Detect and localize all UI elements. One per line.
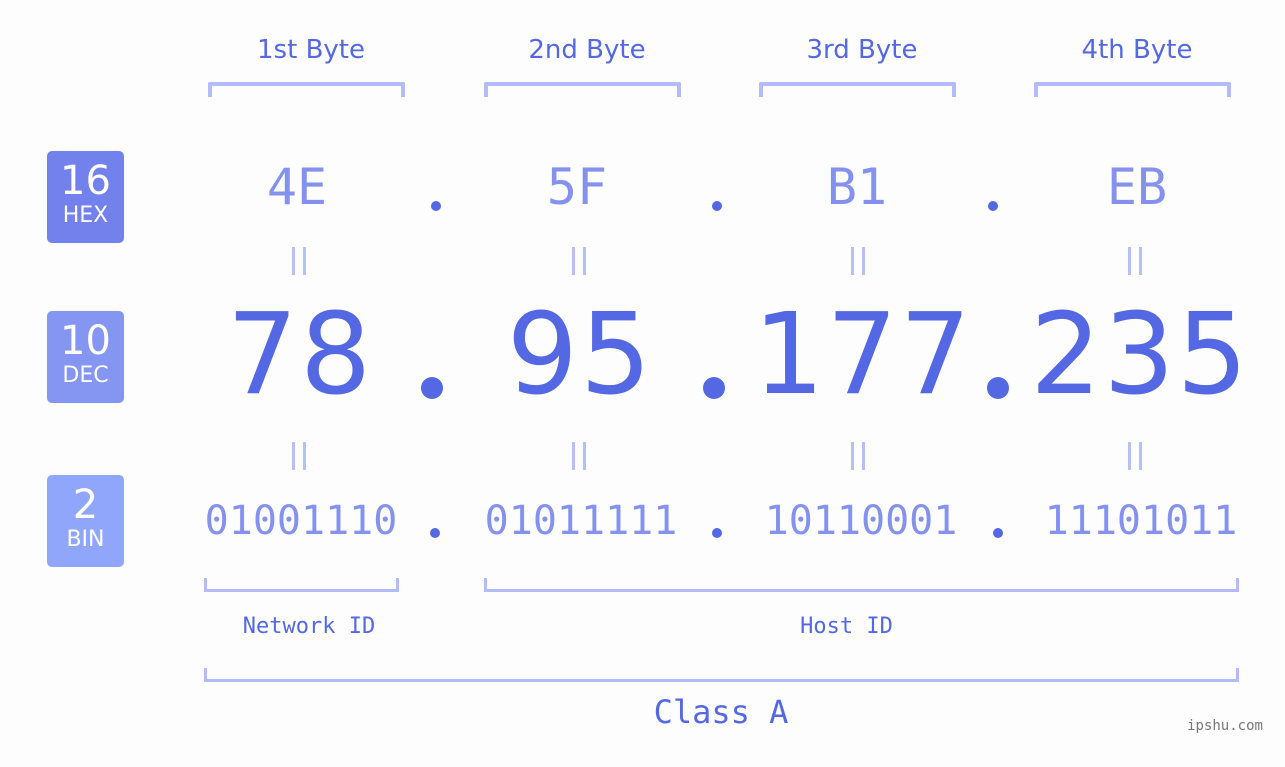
watermark: ipshu.com [1187,718,1263,734]
byte-title-4: 4th Byte [1081,35,1193,65]
equals-marker [292,442,306,470]
hex-value-2: 5F [546,158,608,216]
dec-badge: 10 DEC [47,311,124,403]
bin-separator-dot [712,528,722,538]
equals-marker [572,247,586,275]
byte-title-2: 2nd Byte [528,35,646,65]
bin-value-4: 11101011 [1044,498,1238,544]
network-id-label: Network ID [242,614,376,639]
dec-base-number: 10 [60,318,111,364]
byte-title-3: 3rd Byte [806,35,918,65]
hex-separator-dot [431,201,441,211]
hex-base-label: HEX [62,203,109,228]
bin-base-label: BIN [66,527,105,552]
hex-badge: 16 HEX [47,151,124,243]
ip-class-label: Class A [653,693,789,731]
dec-base-label: DEC [62,363,109,388]
hex-value-1: 4E [266,158,328,216]
byte-title-1: 1st Byte [257,35,365,65]
bin-separator-dot [430,528,440,538]
dec-separator-dot [987,377,1009,399]
byte-bracket-3 [759,82,956,97]
hex-value-4: EB [1106,158,1168,216]
dec-value-3: 177 [753,290,973,420]
equals-marker [1128,442,1142,470]
equals-marker [851,442,865,470]
equals-marker [1128,247,1142,275]
dec-value-1: 78 [226,290,374,420]
dec-value-2: 95 [506,290,654,420]
hex-base-number: 16 [60,158,111,204]
hex-value-3: B1 [826,158,888,216]
hex-separator-dot [712,201,722,211]
network-id-bracket [204,578,399,592]
bin-value-2: 01011111 [484,498,678,544]
equals-marker [851,247,865,275]
dec-value-4: 235 [1030,290,1250,420]
host-id-bracket [484,578,1239,592]
bin-value-1: 01001110 [204,498,398,544]
equals-marker [292,247,306,275]
class-bracket [204,668,1239,682]
equals-marker [572,442,586,470]
bin-badge: 2 BIN [47,475,124,567]
hex-separator-dot [988,201,998,211]
byte-bracket-4 [1034,82,1231,97]
byte-bracket-1 [208,82,405,97]
bin-separator-dot [993,528,1003,538]
byte-bracket-2 [484,82,681,97]
dec-separator-dot [421,377,443,399]
bin-value-3: 10110001 [764,498,958,544]
bin-base-number: 2 [72,482,99,528]
dec-separator-dot [703,377,725,399]
host-id-label: Host ID [800,614,893,639]
